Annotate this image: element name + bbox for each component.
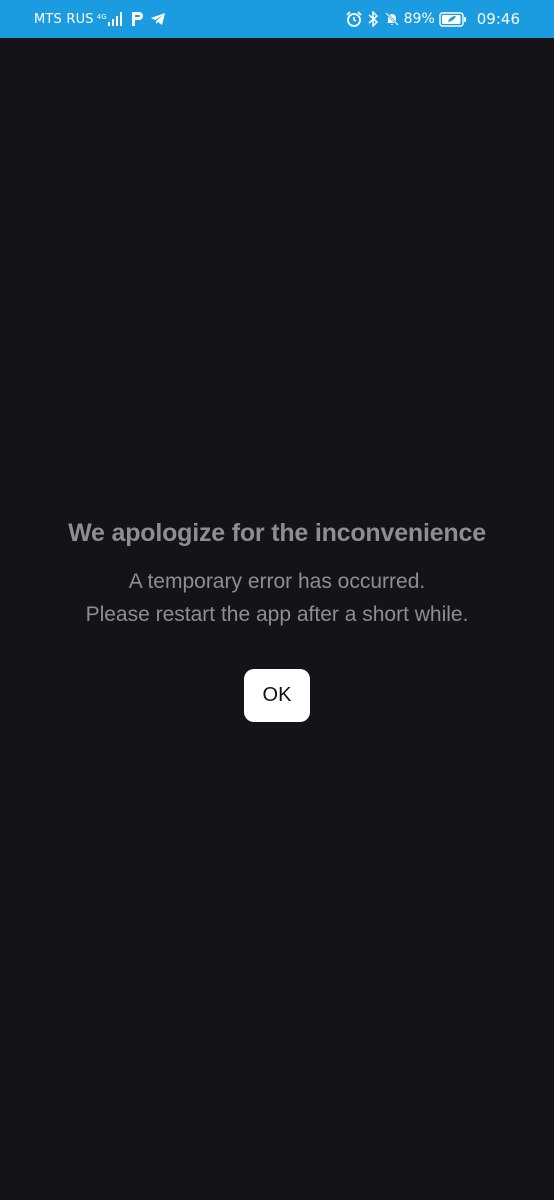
status-bar-right: 89% 09:46 [346,0,520,38]
bluetooth-icon [368,11,378,27]
error-message: A temporary error has occurred. Please r… [0,565,554,631]
battery-percent: 89% [403,11,435,27]
carrier-name: MTS RUS [34,11,94,27]
battery-icon [439,11,467,27]
alarm-icon [346,11,362,27]
network-type: 4G [96,12,107,21]
error-message-line: Please restart the app after a short whi… [85,603,469,626]
telegram-icon [150,12,166,26]
error-dialog: We apologize for the inconvenience A tem… [0,516,554,631]
signal-bars-icon [107,12,124,26]
status-bar-left: MTS RUS 4G [34,0,166,38]
clock: 09:46 [476,10,520,28]
status-bar: MTS RUS 4G 89% 09:46 [0,0,554,38]
error-message-line: A temporary error has occurred. [128,570,426,593]
network-type-label: 4G [96,12,107,21]
ok-button[interactable]: OK [244,669,310,722]
parking-app-icon [130,11,144,27]
error-title: We apologize for the inconvenience [68,519,486,547]
mute-bell-icon [384,11,400,27]
